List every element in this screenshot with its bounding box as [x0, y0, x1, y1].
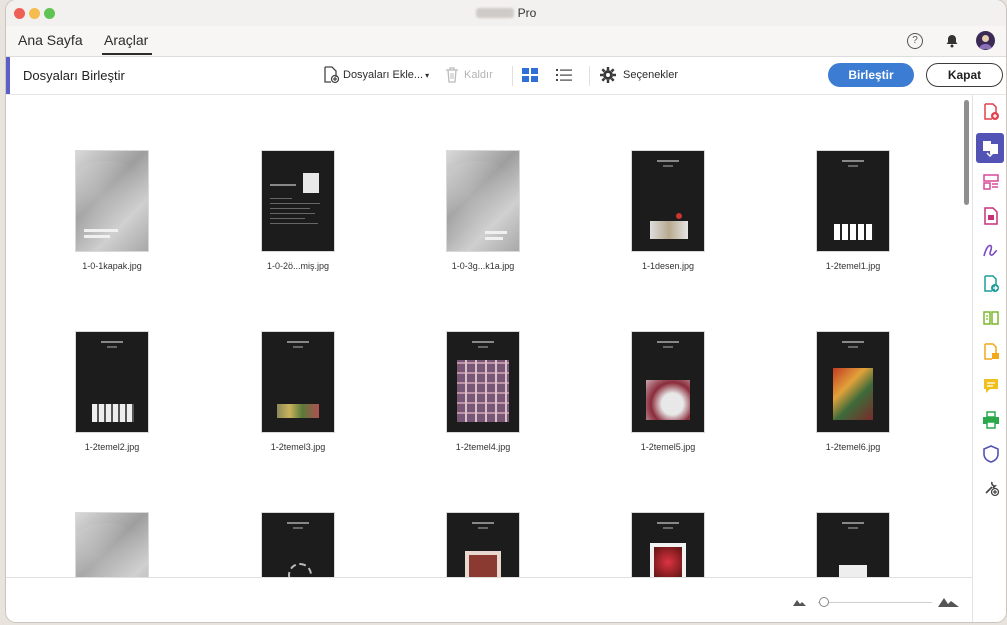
file-tile[interactable]: [408, 513, 558, 577]
remove-button[interactable]: Kaldır: [444, 65, 493, 85]
file-thumbnail: [447, 332, 519, 432]
options-button[interactable]: Seçenekler: [599, 65, 678, 85]
create-pdf-icon[interactable]: [980, 101, 1002, 123]
file-tile[interactable]: 1-2temel1.jpg: [778, 151, 928, 276]
file-thumbnail: [632, 151, 704, 251]
tab-tools[interactable]: Araçlar: [104, 32, 148, 48]
file-tile[interactable]: 1-2temel5.jpg: [593, 332, 743, 457]
file-tile[interactable]: 1-2temel2.jpg: [37, 332, 187, 457]
file-thumbnail: [76, 151, 148, 251]
file-thumbnail: [76, 332, 148, 432]
app-window: Pro Ana Sayfa Araçlar ? Dosyaları Birleş…: [6, 0, 1006, 622]
comment-icon[interactable]: [980, 375, 1002, 397]
help-icon[interactable]: ?: [907, 33, 923, 49]
file-name: 1-2temel5.jpg: [640, 442, 696, 452]
file-name: 1-2temel3.jpg: [270, 442, 326, 452]
status-bar: [6, 577, 972, 622]
add-files-label: Dosyaları Ekle...: [343, 69, 424, 81]
file-thumbnail: [632, 332, 704, 432]
file-thumbnail: [447, 513, 519, 577]
edit-pdf-icon[interactable]: [980, 307, 1002, 329]
file-thumbnail: [262, 332, 334, 432]
close-button[interactable]: Kapat: [926, 63, 1003, 87]
file-name: 1-0-2ö...miş.jpg: [266, 261, 330, 271]
zoom-slider-track[interactable]: [818, 602, 932, 603]
file-thumbnail: [817, 151, 889, 251]
vertical-scrollbar[interactable]: [961, 95, 972, 577]
tool-title: Dosyaları Birleştir: [23, 68, 125, 83]
file-thumbnail: [817, 332, 889, 432]
send-for-review-icon[interactable]: [980, 341, 1002, 363]
remove-label: Kaldır: [464, 69, 493, 81]
tab-home[interactable]: Ana Sayfa: [18, 32, 83, 48]
file-tile[interactable]: 1-0-2ö...miş.jpg: [223, 151, 373, 276]
more-tools-icon[interactable]: [980, 477, 1002, 499]
compress-icon[interactable]: [980, 205, 1002, 227]
trash-icon: [446, 67, 458, 83]
file-tile[interactable]: 1-0-3g...k1a.jpg: [408, 151, 558, 276]
file-tile[interactable]: [778, 513, 928, 577]
tab-bar: Ana Sayfa Araçlar ?: [6, 26, 1006, 57]
file-thumbnail: [447, 151, 519, 251]
combine-files-icon[interactable]: [980, 137, 1002, 159]
add-files-button[interactable]: Dosyaları Ekle... ▾: [322, 65, 429, 85]
file-name: 1-2temel6.jpg: [825, 442, 881, 452]
file-grid: 1-0-1kapak.jpg 1-0-2ö...miş.jpg 1-0-3g..…: [6, 95, 961, 577]
file-tile[interactable]: 1-2temel3.jpg: [223, 332, 373, 457]
chevron-down-icon: ▾: [425, 70, 430, 80]
file-tile[interactable]: 1-2temel6.jpg: [778, 332, 928, 457]
list-view-icon: [556, 69, 572, 81]
file-name: 1-2temel2.jpg: [84, 442, 140, 452]
file-tile[interactable]: [593, 513, 743, 577]
combine-toolbar: Dosyaları Birleştir Dosyaları Ekle... ▾ …: [6, 57, 1006, 95]
export-pdf-icon[interactable]: [980, 273, 1002, 295]
file-tile[interactable]: 1-0-1kapak.jpg: [37, 151, 187, 276]
file-thumbnail: [76, 513, 148, 577]
gear-icon: [600, 67, 616, 83]
zoom-out-icon[interactable]: [793, 597, 807, 607]
active-tab-indicator: [102, 53, 152, 55]
file-thumbnail: [817, 513, 889, 577]
title-bar: Pro: [6, 0, 1006, 27]
combine-button[interactable]: Birleştir: [828, 63, 914, 87]
window-title: Pro: [6, 6, 1006, 20]
grid-view-button[interactable]: [521, 65, 539, 85]
protect-icon[interactable]: [980, 443, 1002, 465]
file-name: 1-0-1kapak.jpg: [82, 261, 142, 271]
organize-pages-icon[interactable]: [980, 171, 1002, 193]
zoom-in-icon[interactable]: [938, 595, 960, 608]
tools-panel: [972, 95, 1006, 622]
file-tile[interactable]: [37, 513, 187, 577]
file-thumbnail: [632, 513, 704, 577]
scrollbar-thumb[interactable]: [964, 100, 969, 205]
file-thumbnail: [262, 151, 334, 251]
file-tile[interactable]: 1-1desen.jpg: [593, 151, 743, 276]
file-thumbnail: [262, 513, 334, 577]
file-tile[interactable]: [223, 513, 373, 577]
list-view-button[interactable]: [555, 65, 573, 85]
file-name: 1-0-3g...k1a.jpg: [451, 261, 515, 271]
bell-icon[interactable]: [944, 33, 960, 49]
grid-view-icon: [522, 68, 538, 82]
file-name: 1-2temel4.jpg: [455, 442, 511, 452]
add-file-icon: [324, 66, 340, 84]
options-label: Seçenekler: [623, 69, 679, 81]
print-production-icon[interactable]: [980, 409, 1002, 431]
toolbar-accent: [6, 57, 10, 94]
file-name: 1-1desen.jpg: [641, 261, 695, 271]
fill-sign-icon[interactable]: [980, 239, 1002, 261]
toolbar-divider: [512, 66, 513, 86]
avatar[interactable]: [976, 31, 995, 50]
zoom-slider-knob[interactable]: [818, 597, 829, 607]
file-tile[interactable]: 1-2temel4.jpg: [408, 332, 558, 457]
file-name: 1-2temel1.jpg: [825, 261, 881, 271]
toolbar-divider: [589, 66, 590, 86]
